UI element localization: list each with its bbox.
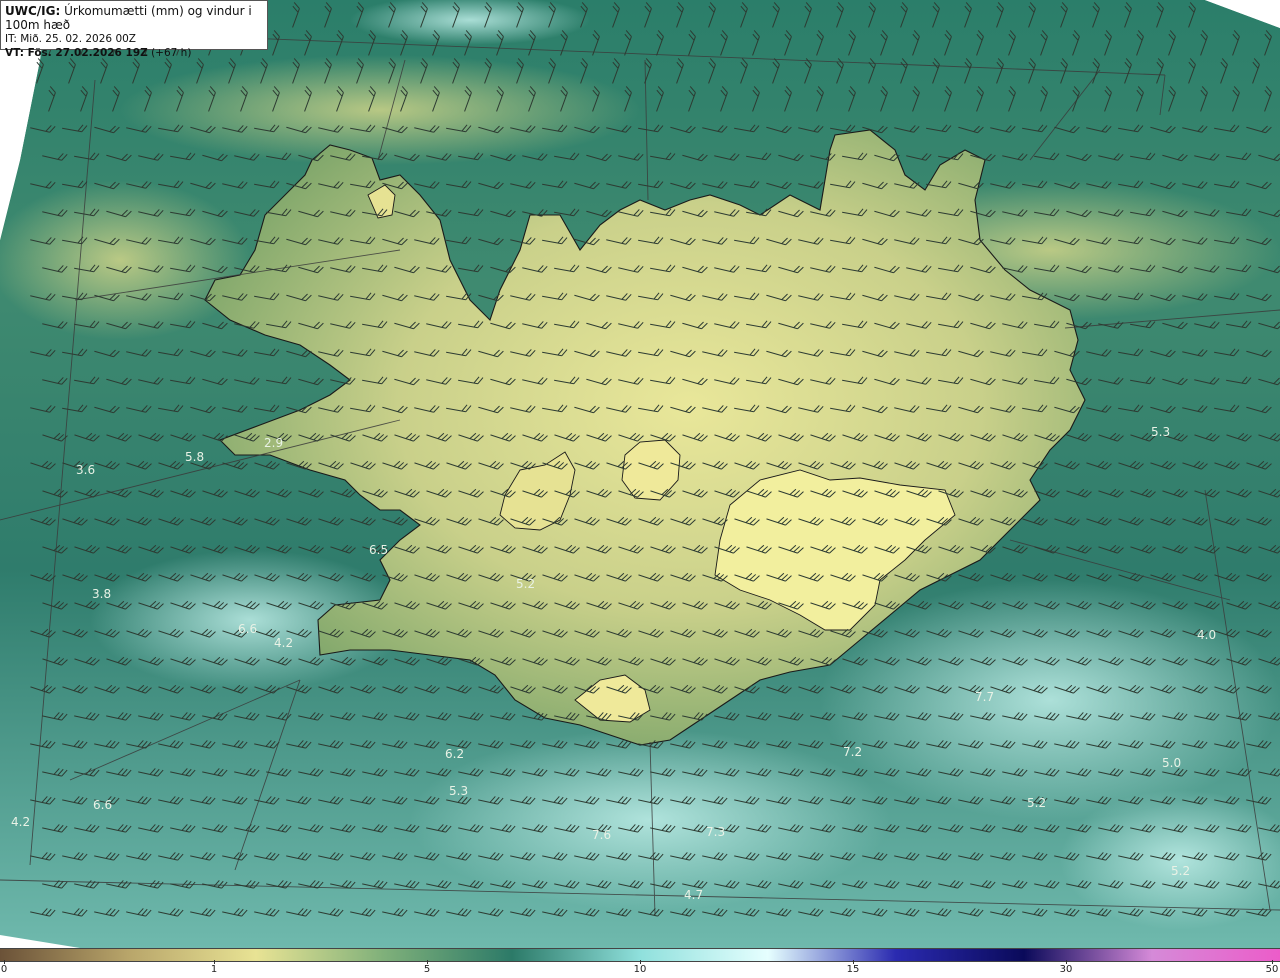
value-label: 5.3 [1151,425,1170,439]
value-label: 3.8 [92,587,111,601]
map-info-box: UWC/IG: Úrkomumætti (mm) og vindur i 100… [0,0,268,59]
colorbar-tick-label: 5 [423,964,431,975]
value-label: 6.2 [445,747,464,761]
valid-time-row: VT: Fös. 27.02.2026 19Z (+67 h) [5,46,263,60]
value-label: 5.2 [1027,796,1046,810]
value-label: 5.2 [1171,864,1190,878]
valid-prefix: VT: [5,47,24,59]
colorbar: 0 1 5 10 15 30 50 [0,948,1280,978]
value-label: 7.7 [975,690,994,704]
precip-patch [0,180,250,340]
precip-patch [120,55,640,165]
value-label: 5.8 [185,450,204,464]
map-canvas: 2.9 5.8 3.6 6.5 5.2 3.8 6.6 4.2 5.3 4.0 … [0,0,1280,948]
value-label: 6.6 [93,798,112,812]
value-label: 6.6 [238,622,257,636]
model-name: UWC/IG: [5,4,61,18]
value-label: 3.6 [76,463,95,477]
colorbar-tick-label: 15 [846,964,860,975]
colorbar-tick-label: 1 [210,964,218,975]
lead-time: (+67 h) [147,47,192,59]
valid-time: Fös. 27.02.2026 19Z [23,47,148,59]
value-label: 5.0 [1162,756,1181,770]
value-label: 4.2 [11,815,30,829]
value-label: 7.2 [843,745,862,759]
value-label: 5.3 [449,784,468,798]
product-title: UWC/IG: Úrkomumætti (mm) og vindur i 100… [5,4,263,32]
init-time: IT: Mið. 25. 02. 2026 00Z [5,33,136,45]
value-label: 7.6 [592,828,611,842]
value-label: 6.5 [369,543,388,557]
colorbar-tick-label: 10 [633,964,647,975]
weather-map: 2.9 5.8 3.6 6.5 5.2 3.8 6.6 4.2 5.3 4.0 … [0,0,1280,948]
value-label: 2.9 [264,436,283,450]
value-label: 4.0 [1197,628,1216,642]
colorbar-tick-label: 50 [1265,964,1279,975]
colorbar-tick-label: 30 [1059,964,1073,975]
value-label: 4.7 [684,888,703,902]
value-label: 7.3 [706,825,725,839]
value-label: 5.2 [516,577,535,591]
value-label: 4.2 [274,636,293,650]
colorbar-tick-label: 0 [0,964,8,975]
